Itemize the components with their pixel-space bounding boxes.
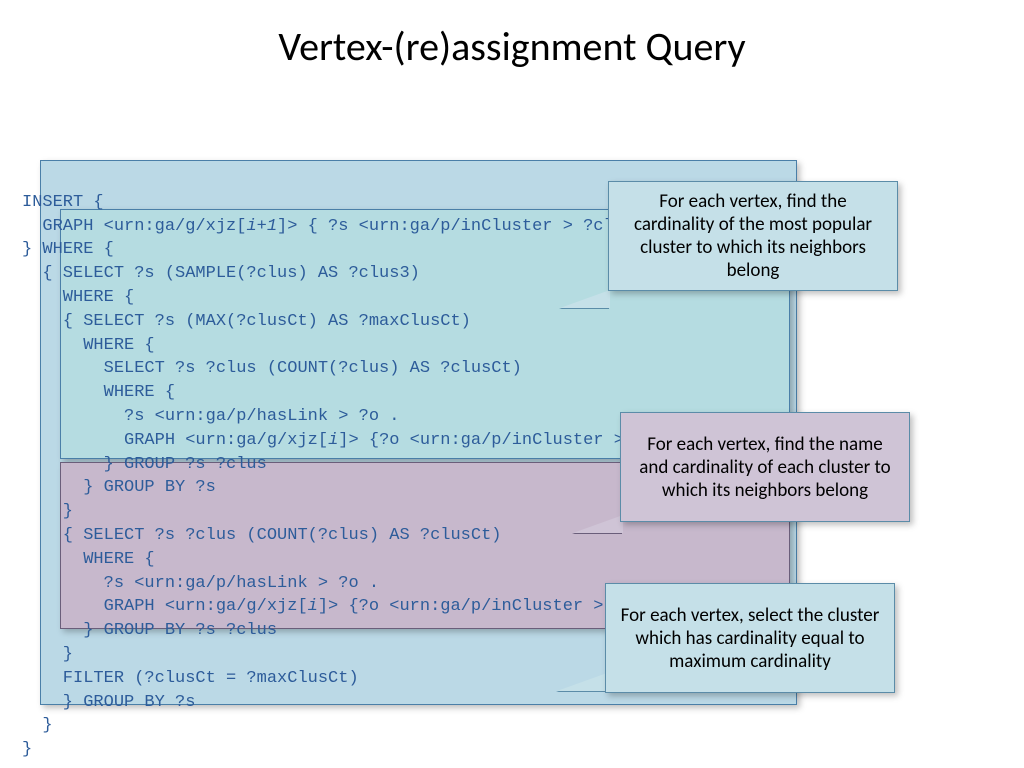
code-line: INSERT { — [22, 193, 104, 212]
code-line: WHERE { — [22, 288, 134, 307]
code-line: } — [22, 740, 32, 759]
callout-text: For each vertex, select the cluster whic… — [618, 604, 882, 673]
code-line: { SELECT ?s (MAX(?clusCt) AS ?maxClusCt) — [22, 312, 471, 331]
code-line: FILTER (?clusCt = ?maxClusCt) — [22, 669, 359, 688]
code-line: WHERE { — [22, 550, 155, 569]
code-line: GRAPH <urn:ga/g/xjz[i]> {?o <urn:ga/p/in… — [22, 597, 675, 616]
code-line: GRAPH <urn:ga/g/xjz[i+1]> { ?s <urn:ga/p… — [22, 217, 665, 236]
code-line: { SELECT ?s ?clus (COUNT(?clus) AS ?clus… — [22, 526, 501, 545]
callout-select-cluster: For each vertex, select the cluster whic… — [605, 583, 895, 693]
code-line: } GROUP ?s ?clus — [22, 455, 267, 474]
code-line: } — [22, 502, 73, 521]
code-line: ?s <urn:ga/p/hasLink > ?o . — [22, 574, 379, 593]
code-line: ?s <urn:ga/p/hasLink > ?o . — [22, 407, 399, 426]
callout-max-cardinality: For each vertex, find the cardinality of… — [608, 181, 898, 291]
code-line: } GROUP BY ?s — [22, 478, 216, 497]
callout-tail-icon — [573, 515, 623, 533]
callout-text: For each vertex, find the cardinality of… — [621, 190, 885, 282]
callout-name-cardinality: For each vertex, find the name and cardi… — [620, 412, 910, 522]
callout-tail-icon — [560, 290, 610, 308]
code-line: } GROUP BY ?s — [22, 693, 195, 712]
code-line: } WHERE { — [22, 240, 114, 259]
code-line: SELECT ?s ?clus (COUNT(?clus) AS ?clusCt… — [22, 359, 522, 378]
code-line: WHERE { — [22, 383, 175, 402]
code-line: } — [22, 645, 73, 664]
code-line: GRAPH <urn:ga/g/xjz[i]> {?o <urn:ga/p/in… — [22, 431, 695, 450]
slide-title: Vertex-(re)assignment Query — [0, 0, 1024, 79]
code-line: } — [22, 716, 53, 735]
code-line: } GROUP BY ?s ?clus — [22, 621, 277, 640]
callout-text: For each vertex, find the name and cardi… — [633, 433, 897, 502]
callout-tail-icon — [557, 673, 607, 691]
code-line: { SELECT ?s (SAMPLE(?clus) AS ?clus3) — [22, 264, 420, 283]
code-line: WHERE { — [22, 336, 155, 355]
